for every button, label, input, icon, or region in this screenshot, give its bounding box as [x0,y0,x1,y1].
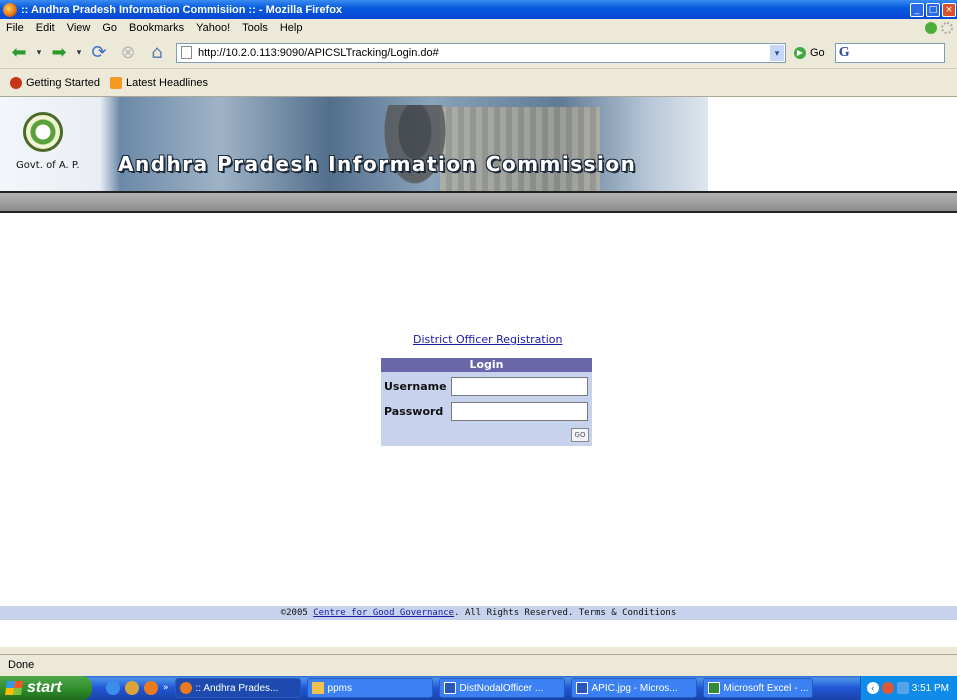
windows-taskbar: start » :: Andhra Prades... ppms DistNod… [0,676,957,700]
ie-icon[interactable] [106,681,120,695]
google-search-icon[interactable]: G [839,45,850,61]
statue-image [380,105,450,191]
building-image [440,107,600,191]
header-banner: Govt. of A. P. Andhra Pradesh Informatio… [0,97,708,191]
task-label: APIC.jpg - Micros... [591,682,678,694]
username-label: Username [384,379,447,393]
menu-view[interactable]: View [61,22,97,34]
url-text[interactable]: http://10.2.0.113:9090/APICSLTracking/Lo… [198,47,770,59]
menu-file[interactable]: File [0,22,30,34]
throbber [925,22,953,34]
start-button[interactable]: start [0,676,92,700]
task-label: ppms [327,682,352,694]
task-label: DistNodalOfficer ... [459,682,544,694]
menu-edit[interactable]: Edit [30,22,61,34]
page-icon [181,46,192,59]
home-icon[interactable]: ⌂ [142,41,172,65]
firefox-icon [3,2,17,17]
minimize-icon[interactable]: _ [910,2,924,17]
task-label: Microsoft Excel - ... [723,682,809,694]
window-title: :: Andhra Pradesh Information Commisiion… [21,3,343,16]
task-firefox[interactable]: :: Andhra Prades... [174,678,301,698]
govt-label: Govt. of A. P. [16,160,80,171]
back-dropdown-icon[interactable]: ▾ [34,41,44,65]
go-label: Go [810,46,825,59]
gray-nav-bar [0,193,957,213]
bookmarks-toolbar: Getting Started Latest Headlines [0,69,957,97]
reload-icon[interactable]: ⟳ [84,41,114,65]
page-footer: ©2005 Centre for Good Governance. All Ri… [0,606,957,620]
go-arrow-icon: ▶ [794,46,806,59]
maximize-icon[interactable]: □ [926,2,940,17]
district-officer-registration-link[interactable]: District Officer Registration [413,333,562,346]
footer-rights-text: . All Rights Reserved. Terms & Condition… [454,608,677,618]
url-dropdown-icon[interactable]: ▾ [770,44,784,61]
login-form: Login Username Password GO [381,358,592,446]
desktop-icon[interactable] [125,681,139,695]
state-emblem-icon [23,112,63,152]
firefox-launch-icon[interactable] [144,681,158,695]
menu-bookmarks[interactable]: Bookmarks [123,22,190,34]
network-icon[interactable] [896,682,909,694]
bookmark-label: Latest Headlines [126,76,208,89]
excel-icon [707,682,720,694]
forward-dropdown-icon[interactable]: ▾ [74,41,84,65]
spinner-icon [941,22,953,34]
task-distnodal[interactable]: DistNodalOfficer ... [438,678,565,698]
login-go-button[interactable]: GO [571,428,589,442]
word-icon [575,682,588,694]
login-header: Login [381,358,592,372]
word-icon [443,682,456,694]
menu-go[interactable]: Go [96,22,123,34]
task-apic[interactable]: APIC.jpg - Micros... [570,678,697,698]
quick-launch: » [106,681,169,695]
rss-icon [110,76,122,89]
menu-help[interactable]: Help [274,22,309,34]
navigation-toolbar: ⬅ ▾ ➡ ▾ ⟳ ⊗ ⌂ http://10.2.0.113:9090/API… [0,37,957,69]
bookmark-getting-started[interactable]: Getting Started [10,76,100,89]
menu-tools[interactable]: Tools [236,22,274,34]
status-text: Done [8,659,35,671]
back-arrow-icon[interactable]: ⬅ [4,41,34,65]
menu-yahoo[interactable]: Yahoo! [190,22,236,34]
start-label: start [27,679,62,696]
page-viewport: Govt. of A. P. Andhra Pradesh Informatio… [0,97,957,647]
system-tray: ‹ 3:51 PM [859,676,957,700]
task-excel[interactable]: Microsoft Excel - ... [702,678,813,698]
folder-icon [311,682,324,694]
menu-bar: File Edit View Go Bookmarks Yahoo! Tools… [0,19,957,37]
task-ppms[interactable]: ppms [306,678,433,698]
address-bar[interactable]: http://10.2.0.113:9090/APICSLTracking/Lo… [176,42,786,63]
window-controls: _ □ × [910,2,956,17]
status-bar: Done [0,654,957,676]
tray-app-icon[interactable] [881,682,894,694]
status-globe-icon [925,22,937,34]
windows-flag-icon [5,681,23,695]
bookmark-label: Getting Started [26,76,100,89]
copyright-text: ©2005 [280,608,308,618]
cgg-link[interactable]: Centre for Good Governance [313,608,454,618]
password-label: Password [384,404,444,418]
getting-started-icon [10,76,22,89]
firefox-task-icon [179,682,192,694]
tray-expand-icon[interactable]: ‹ [866,682,879,694]
username-row: Username [381,375,592,397]
stop-icon[interactable]: ⊗ [114,41,142,65]
chevron-icon[interactable]: » [163,683,169,693]
clock[interactable]: 3:51 PM [912,683,949,694]
go-button[interactable]: ▶ Go [794,46,825,59]
forward-arrow-icon[interactable]: ➡ [44,41,74,65]
window-title-bar[interactable]: :: Andhra Pradesh Information Commisiion… [0,0,957,19]
search-box[interactable]: G [834,42,945,63]
site-headline: Andhra Pradesh Information Commission [118,152,637,176]
close-icon[interactable]: × [942,2,956,17]
password-row: Password [381,400,592,422]
password-input[interactable] [451,401,588,421]
username-input[interactable] [451,376,588,396]
task-label: :: Andhra Prades... [195,682,279,694]
bookmark-latest-headlines[interactable]: Latest Headlines [110,76,208,89]
